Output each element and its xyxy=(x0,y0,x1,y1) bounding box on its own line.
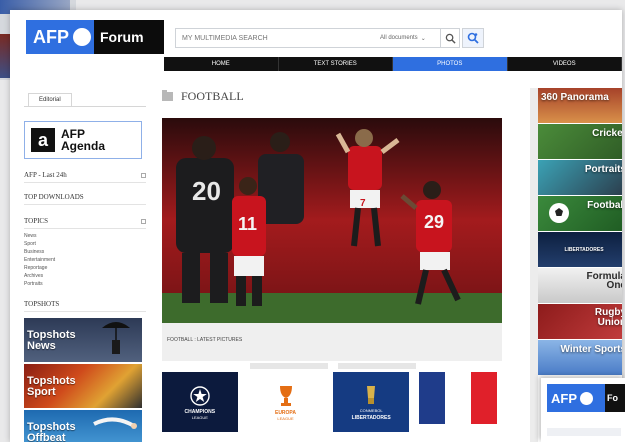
advanced-search-icon xyxy=(467,32,479,44)
overlapping-window[interactable]: AFP Fo xyxy=(541,378,625,442)
search-input[interactable] xyxy=(176,29,366,47)
sidebar-item-top-downloads[interactable]: TOP DOWNLOADS xyxy=(24,187,146,205)
competitions-row: CHAMPIONS LEAGUE EUROPA LEAGUE CONMEBOL … xyxy=(162,372,507,442)
sidebar-item-topshots[interactable]: TOPSHOTS xyxy=(24,294,146,312)
tile-portraits[interactable]: Portraits xyxy=(538,160,622,195)
tile-winter-sports[interactable]: Winter Sports xyxy=(538,340,622,375)
mini-search-bar xyxy=(547,428,621,436)
trophy-icon xyxy=(279,385,292,406)
search-button[interactable] xyxy=(440,28,460,48)
mini-logo-forum: Fo xyxy=(605,384,625,412)
logo-dot-icon xyxy=(580,391,593,405)
logo-afp: AFP xyxy=(26,20,94,54)
section-header: FOOTBALL xyxy=(162,88,507,104)
france-flag-tile[interactable] xyxy=(419,372,498,432)
sidebar-item-label: AFP - Last 24h xyxy=(24,171,67,179)
topshots-sport-tile[interactable]: Topshots Sport xyxy=(24,364,142,408)
europa-league-tile[interactable]: EUROPA LEAGUE xyxy=(247,372,324,432)
football-icon xyxy=(549,203,569,223)
folder-icon xyxy=(162,89,173,101)
tile-rugby-union[interactable]: Rugby Union xyxy=(538,304,622,339)
advanced-search-button[interactable] xyxy=(462,28,484,48)
logo-forum: Forum xyxy=(94,20,164,54)
logo-afp-text: AFP xyxy=(33,26,69,47)
football-celebration-photo: 20 11 29 7 xyxy=(162,118,502,323)
agenda-logo-icon: a xyxy=(31,128,55,152)
divider xyxy=(24,106,146,107)
topshots-offbeat-tile[interactable]: Topshots Offbeat xyxy=(24,410,142,442)
mini-logo-afp: AFP xyxy=(547,384,605,412)
tile-line2: News xyxy=(27,340,56,352)
search-icon xyxy=(445,33,456,44)
tile-footer-bar xyxy=(250,363,328,369)
champions-league-tile[interactable]: CHAMPIONS LEAGUE xyxy=(162,372,238,432)
main-nav: HOME TEXT STORIES PHOTOS VIDEOS xyxy=(164,57,622,71)
left-sidebar: Editorial a AFP Agenda AFP - Last 24h TO… xyxy=(24,88,146,442)
tile-cricket[interactable]: Cricket xyxy=(538,124,622,159)
tab-text-stories[interactable]: TEXT STORIES xyxy=(279,57,393,71)
competition-subname: LEAGUE xyxy=(277,415,294,421)
tab-photos[interactable]: PHOTOS xyxy=(393,57,508,71)
tile-label: Football xyxy=(587,200,622,211)
agenda-label: AFP Agenda xyxy=(61,128,105,152)
search-bar: All documents ⌄ xyxy=(175,28,460,48)
flag-stripe-red xyxy=(471,372,498,424)
sidebar-item-topics[interactable]: TOPICS xyxy=(24,211,146,229)
search-scope-select[interactable]: All documents ⌄ xyxy=(380,35,426,42)
topic-entertainment[interactable]: Entertainment xyxy=(24,256,146,264)
jersey-number: 11 xyxy=(238,214,257,234)
libertadores-tile[interactable]: CONMEBOL LIBERTADORES xyxy=(333,372,410,432)
hero-photo[interactable]: 20 11 29 7 xyxy=(162,118,502,323)
main-content: FOOTBALL 20 11 29 7 FOOTBALL: LATEST PI… xyxy=(162,88,507,442)
afp-forum-page: AFP Forum All documents ⌄ xyxy=(10,10,622,442)
afp-forum-logo[interactable]: AFP Forum xyxy=(26,20,164,54)
expand-icon xyxy=(141,218,146,224)
competition-subname: LEAGUE xyxy=(191,414,208,420)
logo-dot-icon xyxy=(73,28,91,46)
page-title: FOOTBALL xyxy=(181,88,244,103)
topic-reportage[interactable]: Reportage xyxy=(24,264,146,272)
tile-line2: Offbeat xyxy=(27,432,66,442)
tile-formula-one[interactable]: Formula One xyxy=(538,268,622,303)
flag-stripe-blue xyxy=(419,372,446,424)
sidebar-item-label: TOPSHOTS xyxy=(24,300,60,308)
sidebar-item-afp-last-24h[interactable]: AFP - Last 24h xyxy=(24,165,146,183)
topic-portraits[interactable]: Portraits xyxy=(24,280,146,288)
topshots-news-tile[interactable]: Topshots News xyxy=(24,318,142,362)
expand-icon xyxy=(141,172,146,178)
jersey-number: 7 xyxy=(360,198,366,209)
mini-logo-afp-text: AFP xyxy=(551,390,577,406)
tile-360-panorama[interactable]: 360 Panorama xyxy=(538,88,622,123)
topic-archives[interactable]: Archives xyxy=(24,272,146,280)
flag-stripe-white xyxy=(445,372,472,424)
topic-sport[interactable]: Sport xyxy=(24,240,146,248)
tile-label: Union xyxy=(597,317,622,328)
tile-line2: Sport xyxy=(27,386,56,398)
sidebar-item-label: TOPICS xyxy=(24,217,48,225)
star-ball-icon xyxy=(190,385,210,406)
competition-name: LIBERTADORES xyxy=(351,414,391,421)
search-scope-label: All documents xyxy=(380,35,418,41)
topic-news[interactable]: News xyxy=(24,232,146,240)
topic-business[interactable]: Business xyxy=(24,248,146,256)
tab-videos[interactable]: VIDEOS xyxy=(508,57,622,71)
tile-footer-bar xyxy=(338,363,416,369)
tile-football[interactable]: Football xyxy=(538,196,622,231)
tab-editorial[interactable]: Editorial xyxy=(28,93,72,106)
sidebar-item-label: TOP DOWNLOADS xyxy=(24,193,84,201)
header: AFP Forum All documents ⌄ xyxy=(10,10,622,56)
agenda-line2: Agenda xyxy=(61,139,106,153)
france-flag xyxy=(419,372,498,424)
jersey-number: 20 xyxy=(192,176,221,206)
afp-agenda-link[interactable]: a AFP Agenda xyxy=(24,121,142,159)
trophy-icon xyxy=(367,385,376,404)
tile-label: One xyxy=(606,280,622,291)
topics-list: News Sport Business Entertainment Report… xyxy=(24,229,146,294)
tile-libertadores[interactable]: LIBERTADORES xyxy=(538,232,622,267)
chevron-down-icon: ⌄ xyxy=(420,35,426,42)
jersey-number: 29 xyxy=(424,212,444,232)
competition-subname: CONMEBOL xyxy=(359,407,383,413)
tab-home[interactable]: HOME xyxy=(164,57,279,71)
photo-caption[interactable]: FOOTBALL : LATEST PICTURES xyxy=(162,323,502,361)
